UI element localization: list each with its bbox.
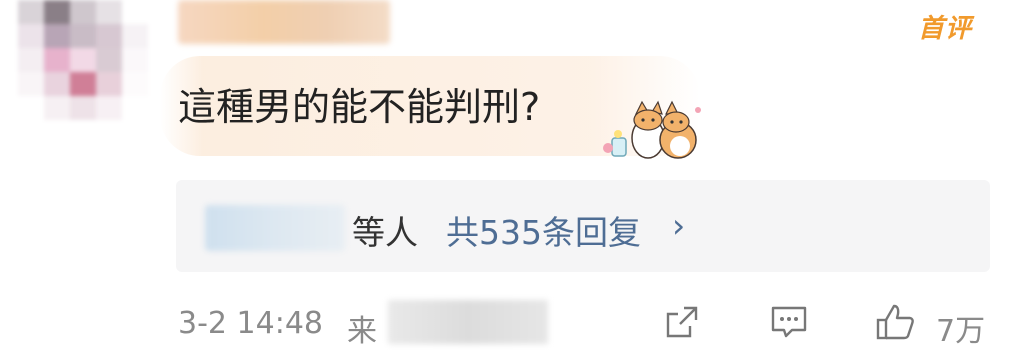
share-icon[interactable]: [662, 302, 702, 342]
corgi-sticker: [603, 100, 701, 159]
comment-location: [388, 300, 548, 344]
like-count: 7万: [936, 314, 986, 349]
reply-count-link[interactable]: 共535条回复: [446, 206, 641, 254]
username[interactable]: [178, 0, 390, 44]
from-label: 来: [347, 314, 377, 349]
thumbs-up-icon[interactable]: [874, 302, 918, 342]
replier-names: [205, 205, 345, 251]
comment-text: 這種男的能不能判刑?: [178, 85, 541, 129]
chevron-right-icon[interactable]: ›: [672, 206, 685, 245]
avatar[interactable]: [18, 0, 148, 120]
comment-icon[interactable]: [768, 302, 810, 342]
comment-timestamp: 3-2 14:48: [178, 306, 323, 341]
first-comment-badge: 首评: [917, 14, 972, 44]
replier-suffix: 等人: [352, 213, 418, 252]
